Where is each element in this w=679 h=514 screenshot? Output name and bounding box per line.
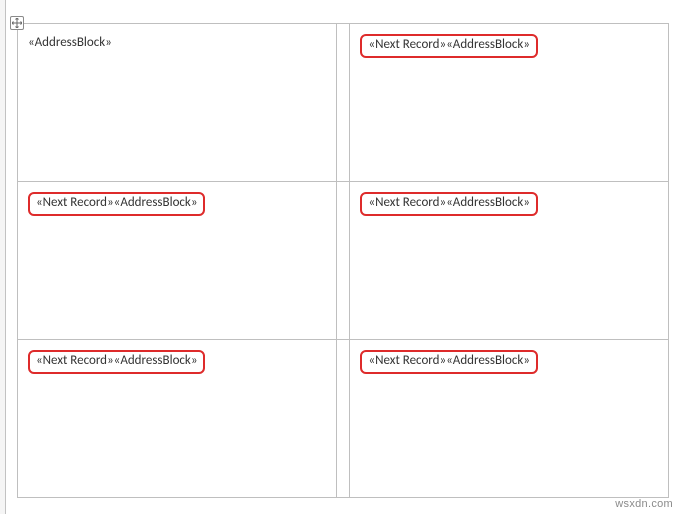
- table-row: «AddressBlock» «Next Record»«AddressBloc…: [18, 24, 669, 182]
- highlight-box: «Next Record»«AddressBlock»: [360, 34, 537, 58]
- merge-field: «Next Record»«AddressBlock»: [360, 353, 537, 368]
- merge-field: «Next Record»«AddressBlock»: [360, 195, 537, 210]
- highlight-box: «Next Record»«AddressBlock»: [28, 192, 205, 216]
- table-move-handle-icon[interactable]: [10, 16, 24, 30]
- label-cell-r3c2[interactable]: «Next Record»«AddressBlock»: [350, 340, 669, 498]
- merge-field: «AddressBlock»: [28, 35, 112, 50]
- page-margin-left: [0, 0, 6, 514]
- label-cell-r1c2[interactable]: «Next Record»«AddressBlock»: [350, 24, 669, 182]
- label-cell-r2c2[interactable]: «Next Record»«AddressBlock»: [350, 182, 669, 340]
- label-cell-r1c1[interactable]: «AddressBlock»: [18, 24, 337, 182]
- highlight-box: «Next Record»«AddressBlock»: [360, 192, 537, 216]
- label-cell-r2c1[interactable]: «Next Record»«AddressBlock»: [18, 182, 337, 340]
- highlight-box: «Next Record»«AddressBlock»: [28, 350, 205, 374]
- watermark: wsxdn.com: [615, 498, 673, 510]
- merge-field: «Next Record»«AddressBlock»: [28, 353, 205, 368]
- merge-field: «Next Record»«AddressBlock»: [360, 37, 537, 52]
- merge-field: «Next Record»«AddressBlock»: [28, 195, 205, 210]
- highlight-box: «Next Record»«AddressBlock»: [360, 350, 537, 374]
- table-row: «Next Record»«AddressBlock» «Next Record…: [18, 340, 669, 498]
- table-gutter: [336, 340, 350, 498]
- mail-merge-label-table[interactable]: «AddressBlock» «Next Record»«AddressBloc…: [17, 23, 669, 498]
- table-gutter: [336, 24, 350, 182]
- label-cell-r3c1[interactable]: «Next Record»«AddressBlock»: [18, 340, 337, 498]
- table-row: «Next Record»«AddressBlock» «Next Record…: [18, 182, 669, 340]
- table-gutter: [336, 182, 350, 340]
